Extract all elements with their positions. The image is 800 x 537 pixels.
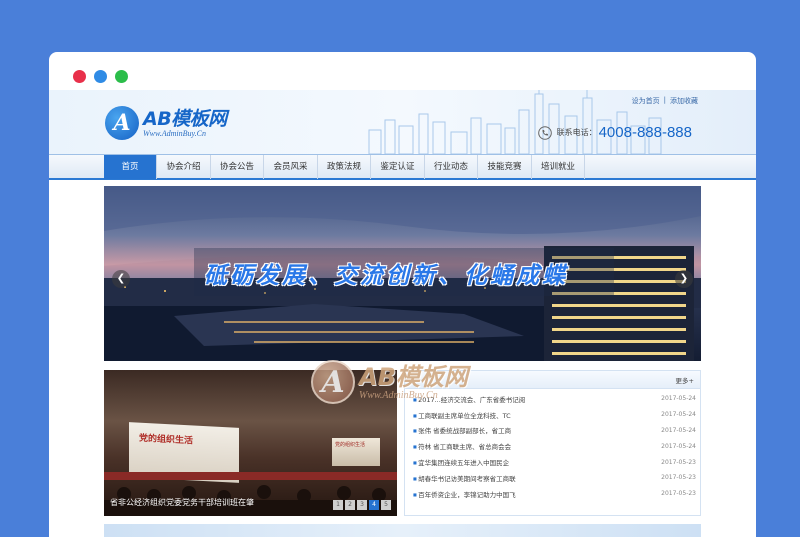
nav-item-policy[interactable]: 政策法规 [318, 155, 371, 179]
nav-item-about[interactable]: 协会介绍 [157, 155, 211, 179]
news-item[interactable]: 张伟 省委统战部副部长，省工商 2017-05-24 [413, 423, 696, 439]
pager-button[interactable]: 5 [381, 500, 391, 510]
watermark-url: Www.AdminBuy.Cn [359, 389, 438, 401]
news-date: 2017-05-23 [661, 474, 696, 482]
news-item[interactable]: 工商联副主席单位全龙科技、TC 2017-05-24 [413, 407, 696, 423]
news-title[interactable]: 宜华集团连续五年进入中国民企 [413, 457, 509, 467]
phone-label: 联系电话： [556, 128, 597, 137]
news-date: 2017-05-24 [661, 426, 696, 434]
website: A AB模板网 Www.AdminBuy.Cn 设为首页 | 添加收藏 联系电话… [49, 90, 756, 537]
news-date: 2017-05-23 [661, 458, 696, 466]
watermark-logo: A AB模板网 Www.AdminBuy.Cn [311, 360, 468, 404]
pager-button[interactable]: 2 [345, 500, 355, 510]
window-controls [73, 70, 128, 83]
screen-title: 党的组织生活 [139, 433, 194, 447]
pager-button-active[interactable]: 4 [369, 500, 379, 510]
maximize-dot[interactable] [115, 70, 128, 83]
pager-button[interactable]: 1 [333, 500, 343, 510]
nav-item-notices[interactable]: 协会公告 [211, 155, 264, 179]
more-link[interactable]: 更多+ [676, 375, 694, 385]
nav-item-members[interactable]: 会员风采 [264, 155, 318, 179]
news-item[interactable]: 百年侨资企业，李锦记助力中国飞 2017-05-23 [413, 486, 696, 502]
news-item[interactable]: 胡春华书记访美期间考察省工商联 2017-05-23 [413, 470, 696, 486]
news-date: 2017-05-23 [661, 490, 696, 498]
news-date: 2017-05-24 [661, 395, 696, 403]
nav-item-training[interactable]: 培训就业 [532, 155, 585, 179]
screen2-title: 党的组织生活 [335, 442, 366, 448]
logo-icon: A [105, 106, 139, 140]
slider-pager: 1 2 3 4 5 [333, 500, 391, 510]
pager-button[interactable]: 3 [357, 500, 367, 510]
news-list: 2017...经济交流会、广东省委书记阅2017-05-24 工商联副主席单位全… [405, 389, 700, 502]
skyline-illustration [368, 90, 662, 154]
watermark-icon: A [311, 360, 355, 404]
news-item[interactable]: 宜华集团连续五年进入中国民企 2017-05-23 [413, 454, 696, 470]
banner-slogan: 砥砺发展、交流创新、化蛹成蝶 [204, 262, 568, 289]
watermark-title: AB模板网 [359, 362, 468, 391]
news-title[interactable]: 百年侨资企业，李锦记助力中国飞 [413, 489, 516, 499]
main-nav: 首页 协会介绍 协会公告 会员风采 政策法规 鉴定认证 行业动态 技能竞赛 培训… [49, 154, 756, 180]
news-title[interactable]: 胡春华书记访美期间考察省工商联 [413, 473, 516, 483]
phone-contact: 联系电话： 4008-888-888 [537, 124, 692, 141]
nav-item-home[interactable]: 首页 [104, 155, 157, 179]
phone-icon [537, 125, 552, 140]
hero-banner: 砥砺发展、交流创新、化蛹成蝶 ❮ ❯ [104, 186, 701, 361]
news-title[interactable]: 符林 省工商联主席、省总商会会 [413, 441, 511, 451]
news-title[interactable]: 张伟 省委统战部副部长，省工商 [413, 425, 511, 435]
add-favorite-link[interactable]: 添加收藏 [670, 96, 698, 106]
link-separator: | [663, 96, 666, 104]
chevron-left-icon[interactable]: ❮ [112, 270, 130, 288]
site-header: A AB模板网 Www.AdminBuy.Cn 设为首页 | 添加收藏 联系电话… [49, 90, 756, 154]
news-date: 2017-05-24 [661, 411, 696, 419]
bottom-banner-strip [104, 524, 701, 537]
browser-window: A AB模板网 Www.AdminBuy.Cn 设为首页 | 添加收藏 联系电话… [49, 52, 756, 537]
nav-item-industry-news[interactable]: 行业动态 [425, 155, 478, 179]
nav-item-certification[interactable]: 鉴定认证 [371, 155, 425, 179]
news-date: 2017-05-24 [661, 442, 696, 450]
logo-url: Www.AdminBuy.Cn [143, 128, 206, 138]
close-dot[interactable] [73, 70, 86, 83]
set-homepage-link[interactable]: 设为首页 [632, 96, 660, 106]
news-item[interactable]: 符林 省工商联主席、省总商会会 2017-05-24 [413, 438, 696, 454]
top-links: 设为首页 | 添加收藏 [632, 96, 698, 106]
site-logo[interactable]: A AB模板网 Www.AdminBuy.Cn [105, 106, 227, 140]
news-title[interactable]: 工商联副主席单位全龙科技、TC [413, 410, 511, 420]
nav-item-competition[interactable]: 技能竞赛 [478, 155, 532, 179]
chevron-right-icon[interactable]: ❯ [675, 270, 693, 288]
logo-title: AB模板网 [143, 107, 227, 130]
photo-caption[interactable]: 省非公经济组织党委党务干部培训班在肇 [110, 497, 254, 508]
phone-number: 4008-888-888 [598, 124, 692, 141]
minimize-dot[interactable] [94, 70, 107, 83]
